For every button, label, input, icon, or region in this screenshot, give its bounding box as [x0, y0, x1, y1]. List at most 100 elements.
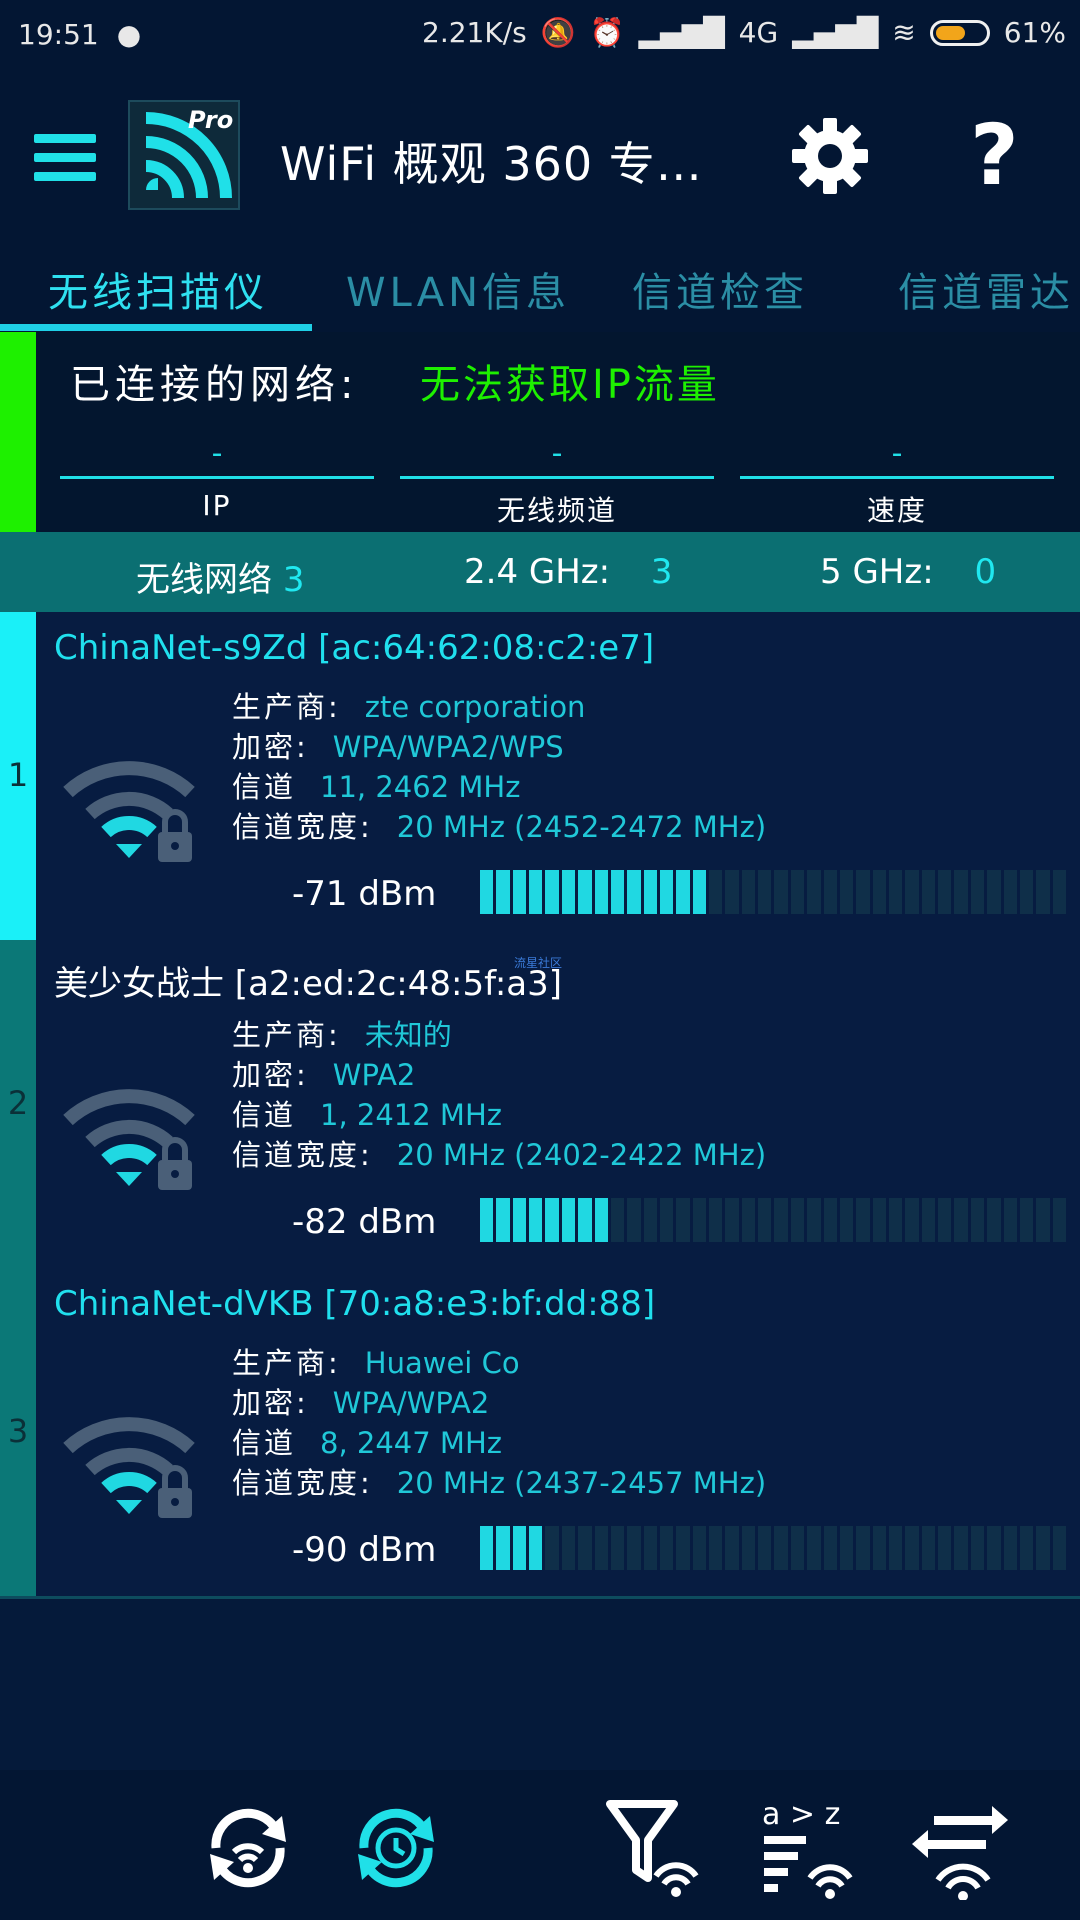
- logo-badge: Pro: [188, 106, 233, 134]
- network-card[interactable]: 1 ChinaNet-s9Zd [ac:64:62:08:c2:e7] 生产商: zt…: [0, 612, 1080, 943]
- wifi-refresh-icon[interactable]: [196, 1796, 300, 1900]
- wifi-lock-icon: [62, 1080, 202, 1200]
- info-value: WPA/WPA2/WPS: [332, 730, 564, 764]
- signal-segment: [545, 870, 559, 914]
- network-info-row: 信道 11, 2462 MHz: [232, 764, 520, 806]
- signal-segment: [938, 870, 952, 914]
- info-key: 信道: [232, 770, 297, 804]
- signal-segment: [790, 870, 805, 914]
- signal-segment: [774, 1198, 788, 1242]
- signal-dbm: -71 dBm: [292, 874, 437, 914]
- svg-text:a > z: a > z: [762, 1797, 840, 1832]
- gear-icon[interactable]: [790, 116, 870, 196]
- signal-segment: [659, 870, 674, 914]
- timed-refresh-icon[interactable]: [344, 1796, 448, 1900]
- signal-segment: [1036, 1526, 1050, 1570]
- signal-segment: [627, 1526, 641, 1570]
- signal-segment: [905, 1198, 919, 1242]
- tab-wifi-scanner[interactable]: 无线扫描仪: [48, 260, 268, 318]
- signal-segment: [741, 1526, 756, 1570]
- connected-label: 已连接的网络:: [70, 362, 359, 408]
- signal-segment: [594, 1198, 608, 1242]
- signal-segment: [741, 870, 756, 914]
- network-summary: 无线网络 3 2.4 GHz: 3 5 GHz: 0: [0, 532, 1080, 612]
- network-info-row: 生产商: 未知的: [232, 1012, 452, 1054]
- battery-icon: [929, 19, 990, 46]
- connection-indicator: [0, 332, 36, 532]
- signal-icon: ▂▄▆█: [638, 16, 725, 49]
- network-index: 2: [7, 1084, 29, 1122]
- signal-segment: [921, 1526, 936, 1570]
- networks-count: 3: [282, 560, 305, 600]
- signal-segment: [643, 870, 657, 914]
- signal-segment: [610, 870, 625, 914]
- info-value: zte corporation: [364, 690, 586, 724]
- info-value: 未知的: [364, 1018, 452, 1052]
- signal-segment: [839, 1198, 854, 1242]
- info-key: 信道: [232, 1098, 297, 1132]
- signal-meter: [480, 1526, 1066, 1570]
- app-title: WiFi 概观 360 专…: [280, 137, 703, 191]
- menu-icon[interactable]: [34, 134, 96, 182]
- signal-segment: [578, 870, 592, 914]
- network-info-row: 信道宽度: 20 MHz (2402-2422 MHz): [232, 1132, 766, 1174]
- signal-segment: [774, 870, 788, 914]
- signal-segment: [938, 1526, 952, 1570]
- network-info-row: 加密: WPA/WPA2: [232, 1380, 489, 1422]
- network-card[interactable]: 2 美少女战士 [a2:ed:2c:48:5f:a3] 生产商: 未知的 加密: WPA2…: [0, 940, 1080, 1271]
- signal-segment: [938, 1198, 952, 1242]
- signal-segment: [921, 1198, 936, 1242]
- signal-segment: [987, 1526, 1001, 1570]
- signal-segment: [954, 870, 968, 914]
- signal-segment: [1019, 870, 1034, 914]
- signal-segment: [594, 870, 608, 914]
- info-key: 信道宽度:: [232, 1138, 373, 1172]
- signal-segment: [790, 1198, 805, 1242]
- signal-segment: [480, 870, 494, 914]
- info-value: Huawei Co: [364, 1346, 520, 1380]
- signal-segment: [823, 870, 837, 914]
- bottom-toolbar: a > z: [0, 1770, 1080, 1920]
- signal-icon-2: ▂▄▆█: [792, 16, 879, 49]
- network-card[interactable]: 3 ChinaNet-dVKB [70:a8:e3:bf:dd:88] 生产商: Hu…: [0, 1268, 1080, 1599]
- signal-segment: [888, 870, 903, 914]
- signal-meter: [480, 1198, 1066, 1242]
- signal-segment: [659, 1526, 674, 1570]
- band5-label: 5 GHz:: [820, 552, 934, 592]
- speed-value: -: [891, 436, 903, 471]
- swap-icon[interactable]: [908, 1796, 1012, 1901]
- info-key: 生产商:: [232, 690, 341, 724]
- network-ssid: ChinaNet-s9Zd [ac:64:62:08:c2:e7]: [54, 628, 655, 668]
- signal-segment: [905, 1526, 919, 1570]
- signal-segment: [545, 1198, 559, 1242]
- signal-segment: [823, 1526, 837, 1570]
- tab-channel-check[interactable]: 信道检查: [632, 260, 808, 318]
- signal-segment: [627, 1198, 641, 1242]
- signal-segment: [987, 1198, 1001, 1242]
- wifi-lock-icon: [62, 752, 202, 872]
- signal-segment: [921, 870, 936, 914]
- app-logo: Pro: [128, 100, 240, 210]
- network-ssid: ChinaNet-dVKB [70:a8:e3:bf:dd:88]: [54, 1284, 656, 1324]
- signal-segment: [709, 870, 723, 914]
- signal-segment: [1036, 870, 1050, 914]
- signal-segment: [561, 1198, 576, 1242]
- help-icon[interactable]: ?: [970, 106, 1019, 204]
- tab-wlan-info[interactable]: WLAN信息: [346, 260, 570, 318]
- signal-segment: [643, 1198, 657, 1242]
- info-key: 信道: [232, 1426, 297, 1460]
- signal-segment: [888, 1526, 903, 1570]
- info-key: 加密:: [232, 1386, 309, 1420]
- speed-field: - 速度: [740, 436, 1054, 529]
- sort-az-icon[interactable]: a > z: [758, 1796, 862, 1900]
- signal-segment: [954, 1198, 968, 1242]
- network-info-row: 加密: WPA/WPA2/WPS: [232, 724, 564, 766]
- signal-segment: [627, 870, 641, 914]
- info-value: 8, 2447 MHz: [320, 1426, 502, 1460]
- signal-segment: [970, 1526, 985, 1570]
- signal-dbm: -82 dBm: [292, 1202, 437, 1242]
- filter-wifi-icon[interactable]: [604, 1796, 708, 1900]
- notification-icon: ●: [116, 18, 142, 51]
- signal-segment: [594, 1526, 608, 1570]
- tab-channel-radar[interactable]: 信道雷达: [898, 260, 1074, 318]
